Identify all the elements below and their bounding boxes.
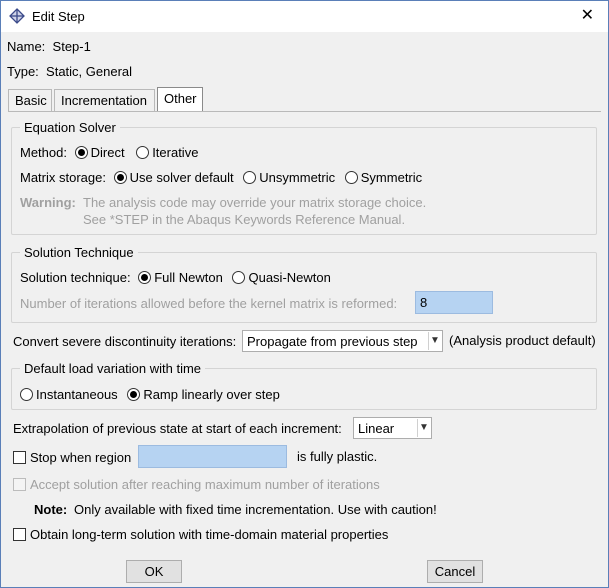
iterations-label: Number of iterations allowed before the … [20, 296, 398, 311]
type-value: Static, General [46, 64, 133, 79]
radio-iterative[interactable] [136, 146, 150, 159]
discontinuity-select[interactable]: Propagate from previous step ▼ [242, 330, 443, 352]
ok-button[interactable]: OK [126, 560, 182, 583]
tab-incrementation[interactable]: Incrementation [54, 89, 155, 111]
ramp-linearly-option[interactable]: Ramp linearly over step [127, 387, 280, 402]
accept-solution-checkbox[interactable] [13, 478, 26, 491]
quasi-newton-option[interactable]: Quasi-Newton [232, 270, 331, 285]
cancel-button[interactable]: Cancel [427, 560, 483, 583]
extrapolation-label: Extrapolation of previous state at start… [13, 421, 342, 436]
tab-divider [8, 111, 601, 112]
method-label: Method: [20, 145, 67, 160]
discontinuity-note: (Analysis product default) [449, 333, 596, 348]
stop-region-suffix: is fully plastic. [297, 449, 378, 464]
matrix-symmetric-option[interactable]: Symmetric [344, 170, 422, 185]
tab-other[interactable]: Other [157, 87, 203, 111]
name-label: Name: [7, 39, 46, 54]
radio-ramp-linearly[interactable] [127, 388, 141, 401]
long-term-checkbox[interactable] [13, 528, 26, 541]
solution-technique-label: Solution technique: [20, 270, 131, 285]
load-variation-title: Default load variation with time [20, 361, 206, 376]
method-iterative-option[interactable]: Iterative [136, 145, 198, 160]
chevron-down-icon: ▼ [428, 332, 441, 350]
title-bar: Edit Step ✕ [1, 1, 608, 32]
type-row: Type: Static, General [7, 64, 132, 79]
instantaneous-option[interactable]: Instantaneous [20, 387, 118, 402]
discontinuity-value: Propagate from previous step [247, 334, 418, 349]
radio-quasi-newton[interactable] [232, 271, 246, 284]
radio-direct[interactable] [74, 146, 88, 159]
accept-solution-label: Accept solution after reaching maximum n… [30, 477, 380, 492]
load-variation-row: Instantaneous Ramp linearly over step [20, 387, 280, 402]
name-row: Name: Step-1 [7, 39, 91, 54]
stop-region-option[interactable]: Stop when region [13, 450, 131, 465]
radio-instantaneous[interactable] [20, 388, 33, 401]
chevron-down-icon: ▼ [417, 419, 430, 437]
window-title: Edit Step [32, 9, 85, 24]
close-icon[interactable]: ✕ [581, 7, 594, 25]
radio-full-newton[interactable] [138, 271, 152, 284]
warning-line-1: The analysis code may override your matr… [83, 195, 427, 210]
solution-technique-row: Solution technique: Full Newton Quasi-Ne… [20, 270, 331, 285]
discontinuity-label: Convert severe discontinuity iterations: [13, 334, 237, 349]
solution-technique-title: Solution Technique [20, 245, 138, 260]
stop-region-checkbox[interactable] [13, 451, 26, 464]
matrix-default-option[interactable]: Use solver default [113, 170, 234, 185]
method-direct-option[interactable]: Direct [74, 145, 125, 160]
long-term-label: Obtain long-term solution with time-doma… [30, 527, 389, 542]
type-label: Type: [7, 64, 39, 79]
note-text: Only available with fixed time increment… [74, 502, 437, 517]
tab-basic[interactable]: Basic [8, 89, 52, 111]
name-value: Step-1 [52, 39, 91, 54]
warning-line-2: See *STEP in the Abaqus Keywords Referen… [83, 212, 406, 227]
stop-region-label: Stop when region [30, 450, 132, 465]
stop-region-input[interactable] [138, 445, 287, 468]
full-newton-option[interactable]: Full Newton [138, 270, 223, 285]
edit-step-dialog: Edit Step ✕ Name: Step-1 Type: Static, G… [0, 0, 609, 588]
radio-symmetric[interactable] [344, 171, 358, 184]
equation-solver-title: Equation Solver [20, 120, 120, 135]
matrix-storage-label: Matrix storage: [20, 170, 106, 185]
radio-use-solver-default[interactable] [113, 171, 127, 184]
iterations-input[interactable]: 8 [415, 291, 493, 314]
warning-label: Warning: [20, 195, 76, 210]
radio-unsymmetric[interactable] [243, 171, 257, 184]
extrapolation-value: Linear [358, 421, 395, 436]
matrix-unsymmetric-option[interactable]: Unsymmetric [243, 170, 335, 185]
matrix-storage-row: Matrix storage: Use solver default Unsym… [20, 170, 422, 185]
solution-technique-group [11, 252, 597, 323]
accept-solution-option[interactable]: Accept solution after reaching maximum n… [13, 477, 380, 492]
app-icon [9, 8, 25, 24]
method-row: Method: Direct Iterative [20, 145, 198, 160]
long-term-option[interactable]: Obtain long-term solution with time-doma… [13, 527, 388, 542]
extrapolation-select[interactable]: Linear ▼ [353, 417, 432, 439]
note-label: Note: [34, 502, 68, 517]
